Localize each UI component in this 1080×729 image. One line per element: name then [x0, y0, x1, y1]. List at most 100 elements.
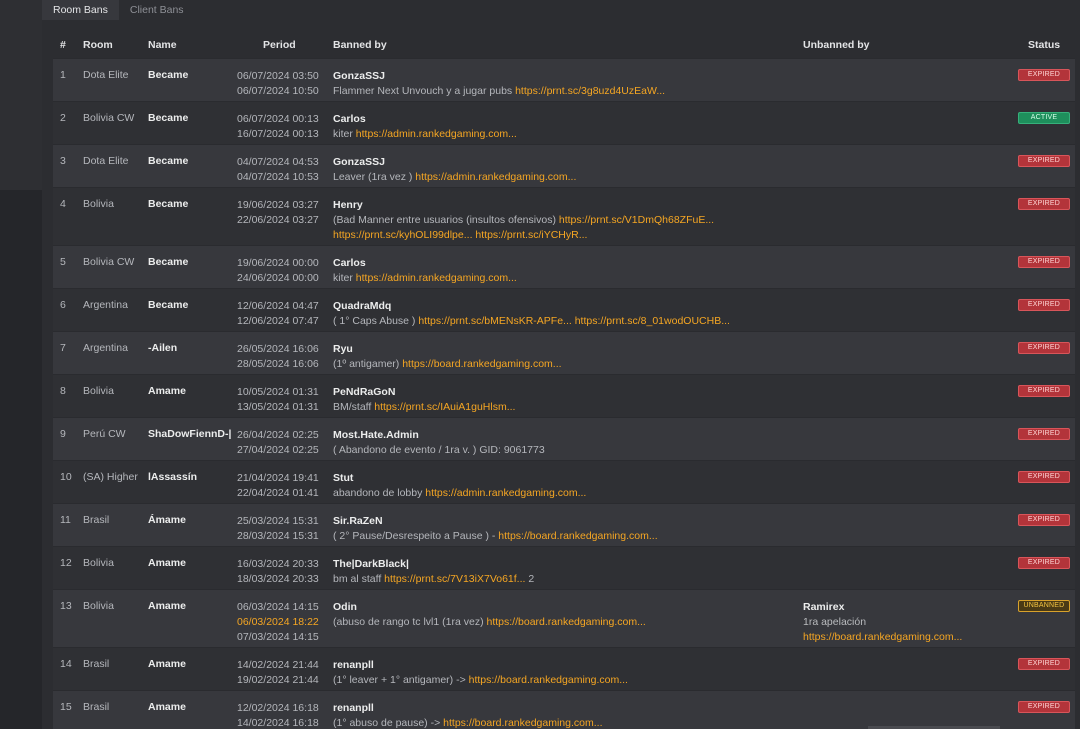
reason-text: ( Abandono de evento / 1ra v. ) GID: 906… [333, 444, 545, 456]
banned-by-admin[interactable]: GonzaSSJ [333, 155, 576, 170]
ban-reason: ( Abandono de evento / 1ra v. ) GID: 906… [333, 443, 545, 458]
table-row[interactable]: 6 Argentina Became 12/06/2024 04:47 12/06/20… [53, 288, 1075, 331]
table-row[interactable]: 1 Dota Elite Became 06/07/2024 03:50 06/07/2… [53, 58, 1075, 101]
evidence-link[interactable]: https://prnt.sc/8_01wodOUCHB... [575, 315, 730, 327]
row-player-name[interactable]: Amame [148, 557, 186, 569]
row-room: Brasil [83, 701, 110, 713]
evidence-link[interactable]: https://prnt.sc/bMENsKR-APFe... [418, 315, 571, 327]
banned-by-admin[interactable]: GonzaSSJ [333, 69, 665, 84]
row-player-name[interactable]: Amame [148, 385, 186, 397]
row-player-name[interactable]: Amame [148, 701, 186, 713]
tab-room-bans[interactable]: Room Bans [42, 0, 119, 20]
reason-text: Leaver (1ra vez ) [333, 171, 416, 183]
table-row[interactable]: 10 (SA) Higher lAssassín 21/04/2024 19:41 22… [53, 460, 1075, 503]
ban-reason: ( 2° Pause/Desrespeito a Pause ) - https… [333, 529, 658, 544]
table-row[interactable]: 2 Bolivia CW Became 06/07/2024 00:13 16/07/2… [53, 101, 1075, 144]
reason-text: abandono de lobby [333, 487, 426, 499]
row-banned-by: QuadraMdq( 1° Caps Abuse ) https://prnt.… [333, 299, 730, 329]
row-period: 19/06/2024 03:27 22/06/2024 03:27 [237, 198, 319, 228]
table-row[interactable]: 5 Bolivia CW Became 19/06/2024 00:00 24/06/2… [53, 245, 1075, 288]
row-player-name[interactable]: Became [148, 112, 188, 124]
evidence-link[interactable]: https://prnt.sc/7V13iX7Vo61f... [384, 573, 525, 585]
period-start: 04/07/2024 04:53 [237, 156, 319, 168]
row-unbanned-by: Ramirex 1ra apelación https://board.ranked… [803, 600, 962, 645]
banned-by-admin[interactable]: Carlos [333, 112, 517, 127]
evidence-link[interactable]: https://board.rankedgaming.com... [402, 358, 561, 370]
reason-text: (abuso de rango tc lvl1 (1ra vez) [333, 616, 487, 628]
banned-by-admin[interactable]: renanpll [333, 701, 603, 716]
row-player-name[interactable]: Became [148, 299, 188, 311]
banned-by-admin[interactable]: Odin [333, 600, 646, 615]
unbanned-by-admin[interactable]: Ramirex [803, 600, 962, 615]
row-banned-by: renanpll (1° abuso de pause) -> https://b… [333, 701, 603, 729]
row-room: Bolivia [83, 385, 114, 397]
status-badge: EXPIRED [1018, 198, 1070, 210]
banned-by-admin[interactable]: Henry [333, 198, 714, 213]
row-period: 06/07/2024 03:50 06/07/2024 10:50 [237, 69, 319, 99]
row-player-name[interactable]: -Ailen [148, 342, 177, 354]
banned-by-admin[interactable]: Sir.RaZeN [333, 514, 658, 529]
evidence-link[interactable]: https://admin.rankedgaming.com... [425, 487, 586, 499]
period-start: 12/06/2024 04:47 [237, 300, 319, 312]
status-badge: EXPIRED [1018, 299, 1070, 311]
table-row[interactable]: 14 Brasil Amame 14/02/2024 21:44 19/02/2024 … [53, 647, 1075, 690]
evidence-link[interactable]: https://prnt.sc/3g8uzd4UzEaW... [515, 85, 665, 97]
row-player-name[interactable]: ShaDowFiennD-| [148, 428, 231, 440]
evidence-link[interactable]: https://admin.rankedgaming.com... [356, 128, 517, 140]
row-player-name[interactable]: Amame [148, 658, 186, 670]
evidence-link[interactable]: https://prnt.sc/kyhOLI99dlpe... [333, 229, 473, 241]
row-number: 1 [60, 69, 66, 81]
period-start: 10/05/2024 01:31 [237, 386, 319, 398]
row-banned-by: Carlos kiter https://admin.rankedgaming.c… [333, 256, 517, 286]
row-number: 10 [60, 471, 72, 483]
table-row[interactable]: 15 Brasil Amame 12/02/2024 16:18 14/02/2024 … [53, 690, 1075, 729]
table-row[interactable]: 4 Bolivia Became 19/06/2024 03:27 22/06/2024… [53, 187, 1075, 245]
evidence-link[interactable]: https://prnt.sc/V1DmQh68ZFuE... [559, 214, 714, 226]
table-row[interactable]: 3 Dota Elite Became 04/07/2024 04:53 04/07/2… [53, 144, 1075, 187]
ban-reason: ( 1° Caps Abuse ) https://prnt.sc/bMENsK… [333, 314, 730, 329]
table-row[interactable]: 9 Perú CW ShaDowFiennD-| 26/04/2024 02:25 27… [53, 417, 1075, 460]
row-number: 11 [60, 514, 71, 526]
evidence-link[interactable]: https://admin.rankedgaming.com... [415, 171, 576, 183]
header-room: Room [83, 39, 113, 51]
banned-by-admin[interactable]: The|DarkBlack| [333, 557, 534, 572]
evidence-link[interactable]: https://board.rankedgaming.com... [487, 616, 646, 628]
table-row[interactable]: 7 Argentina -Ailen 26/05/2024 16:06 28/05/20… [53, 331, 1075, 374]
row-player-name[interactable]: Became [148, 69, 188, 81]
row-room: Bolivia [83, 198, 114, 210]
banned-by-admin[interactable]: renanpll [333, 658, 628, 673]
row-period: 16/03/2024 20:33 18/03/2024 20:33 [237, 557, 319, 587]
banned-by-admin[interactable]: Most.Hate.Admin [333, 428, 545, 443]
table-row[interactable]: 13 Bolivia Amame 06/03/2024 14:15 06/03/2024… [53, 589, 1075, 647]
evidence-link[interactable]: https://prnt.sc/iYCHyR... [475, 229, 587, 241]
tab-client-bans[interactable]: Client Bans [119, 0, 195, 20]
period-start: 16/03/2024 20:33 [237, 558, 319, 570]
ban-reason: (abuso de rango tc lvl1 (1ra vez) https:… [333, 615, 646, 630]
row-player-name[interactable]: Amame [148, 600, 186, 612]
reason-text: ( 1° Caps Abuse ) [333, 315, 419, 327]
banned-by-admin[interactable]: PeNdRaGoN [333, 385, 515, 400]
row-player-name[interactable]: Became [148, 256, 188, 268]
evidence-link[interactable]: https://board.rankedgaming.com... [443, 717, 602, 729]
evidence-link[interactable]: https://admin.rankedgaming.com... [356, 272, 517, 284]
row-number: 3 [60, 155, 66, 167]
row-player-name[interactable]: lAssassín [148, 471, 197, 483]
banned-by-admin[interactable]: QuadraMdq [333, 299, 730, 314]
row-player-name[interactable]: Became [148, 198, 188, 210]
evidence-link[interactable]: https://board.rankedgaming.com... [469, 674, 628, 686]
evidence-link[interactable]: https://prnt.sc/IAuiA1guHlsm... [374, 401, 515, 413]
status-badge: EXPIRED [1018, 701, 1070, 713]
evidence-link[interactable]: https://board.rankedgaming.com... [498, 530, 657, 542]
table-row[interactable]: 8 Bolivia Amame 10/05/2024 01:31 13/05/2024 … [53, 374, 1075, 417]
banned-by-admin[interactable]: Ryu [333, 342, 562, 357]
banned-by-admin[interactable]: Carlos [333, 256, 517, 271]
row-banned-by: Ryu (1º antigamer) https://board.rankedga… [333, 342, 562, 372]
row-period: 04/07/2024 04:53 04/07/2024 10:53 [237, 155, 319, 185]
tab-bar: Room Bans Client Bans [42, 0, 195, 20]
table-row[interactable]: 11 Brasil Ámame 25/03/2024 15:31 28/03/2024 … [53, 503, 1075, 546]
row-player-name[interactable]: Became [148, 155, 188, 167]
table-row[interactable]: 12 Bolivia Amame 16/03/2024 20:33 18/03/2024… [53, 546, 1075, 589]
banned-by-admin[interactable]: Stut [333, 471, 586, 486]
unban-link[interactable]: https://board.rankedgaming.com... [803, 630, 962, 645]
row-player-name[interactable]: Ámame [148, 514, 186, 526]
